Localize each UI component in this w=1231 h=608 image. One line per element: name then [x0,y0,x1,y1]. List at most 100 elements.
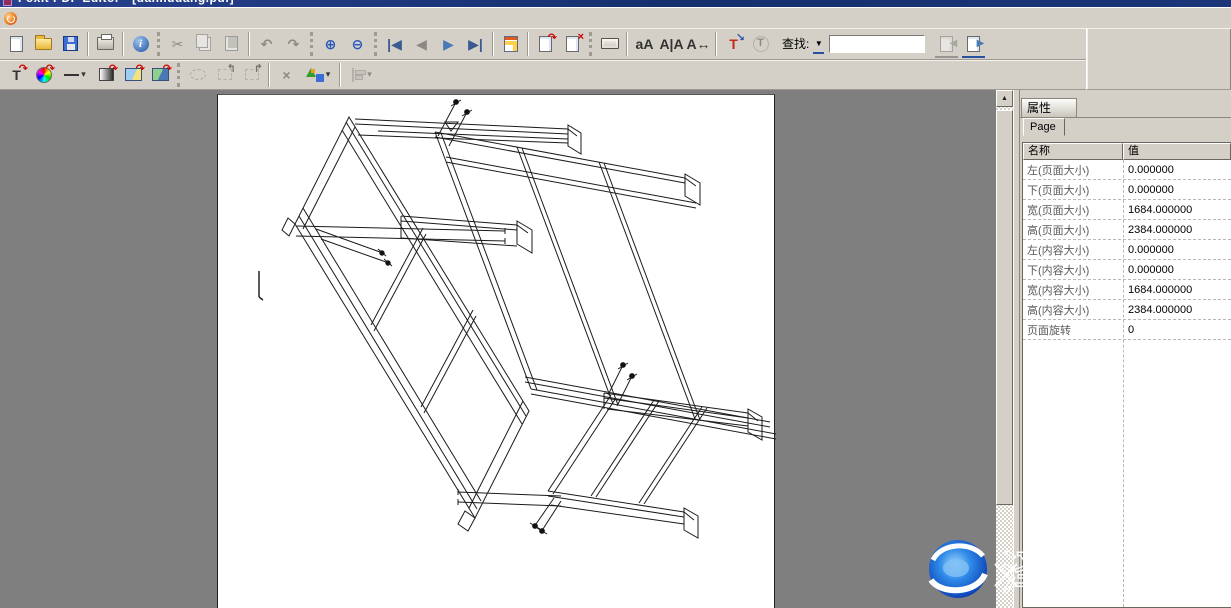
property-name: 宽(内容大小) [1023,282,1123,298]
new-document-button[interactable] [4,31,29,56]
line-style-button[interactable]: ▾ [58,62,92,87]
menu-file[interactable] [23,16,41,20]
toolbar-drag-handle [157,32,161,56]
高(页面大小)[interactable]: 高(页面大小) 2384.000000 [1023,220,1231,240]
property-name: 宽(页面大小) [1023,202,1123,218]
menu-filter[interactable] [113,16,131,20]
next-page-button[interactable]: ▶ [436,31,461,56]
add-image-button[interactable]: ↷ [148,62,173,87]
property-value: 0.000000 [1123,164,1231,176]
open-document-button[interactable] [31,31,56,56]
property-name: 左(页面大小) [1023,162,1123,178]
宽(页面大小)[interactable]: 宽(页面大小) 1684.000000 [1023,200,1231,220]
toolbar-drag-handle [310,32,314,56]
redo-button[interactable]: ↷ [281,31,306,56]
toolbar-separator [122,32,124,56]
menu-document[interactable] [77,16,95,20]
宽(内容大小)[interactable]: 宽(内容大小) 1684.000000 [1023,280,1231,300]
zoom-out-button[interactable]: ⊖ [345,31,370,56]
find-next-button[interactable]: ▶ [961,31,986,56]
property-value: 2384.000000 [1123,304,1231,316]
下(内容大小)[interactable]: 下(内容大小) 0.000000 [1023,260,1231,280]
property-name: 页面旋转 [1023,322,1123,338]
menu-items [23,16,167,20]
undo-button[interactable]: ↶ [254,31,279,56]
menu-bar [0,7,1231,28]
zoom-in-button[interactable]: ⊕ [318,31,343,56]
print-button[interactable] [93,31,118,56]
toolbar-separator [87,32,89,56]
font-size-button[interactable]: aA [632,31,657,56]
页面旋转[interactable]: 页面旋转 0 [1023,320,1231,340]
panel-splitter[interactable] [1013,90,1020,608]
toolbar-drag-handle [374,32,378,56]
document-info-button[interactable]: i [128,31,153,56]
page-layout-button[interactable] [498,31,523,56]
import-page-button[interactable]: ↷ [533,31,558,56]
add-text-button[interactable]: T ↷ [4,62,29,87]
edit-object-button[interactable] [185,62,210,87]
tab-page[interactable]: Page [1023,118,1065,136]
column-header-value[interactable]: 值 [1123,143,1231,160]
chevron-down-icon: ▾ [81,69,86,80]
document-canvas[interactable] [0,90,996,608]
toolbar-drag-handle [177,63,181,87]
find-label: 查找: [782,35,809,52]
app-icon [4,12,17,25]
add-color-button[interactable]: ↷ [31,62,56,87]
keyboard-button[interactable] [597,31,622,56]
property-value: 0.000000 [1123,244,1231,256]
properties-tab-row: Page [1020,117,1231,136]
shapes-button[interactable]: ▾ [301,62,335,87]
window-title: Foxit PDF Editor - [danliudang.pdf] [18,0,234,5]
cut-button[interactable]: ✂ [165,31,190,56]
下(页面大小)[interactable]: 下(页面大小) 0.000000 [1023,180,1231,200]
toolbar-separator [715,32,717,56]
rotate-object-left-button[interactable]: ↰ [212,62,237,87]
edit-image-button[interactable]: ↷ [121,62,146,87]
toolbar-separator [626,32,628,56]
properties-grid: 名称 值 左(页面大小) 0.000000 下(页面大小) 0.000000 宽… [1022,142,1231,608]
toolbar-separator [527,32,529,56]
property-value: 1684.000000 [1123,284,1231,296]
vertical-scrollbar[interactable]: ▲ [996,90,1013,608]
font-width-button[interactable]: A↔ [686,31,711,56]
find-previous-button[interactable]: ◀ [934,31,959,56]
last-page-button[interactable]: ▶| [463,31,488,56]
text-properties-button[interactable]: T [748,31,773,56]
column-header-name[interactable]: 名称 [1023,143,1123,160]
find-input[interactable] [829,35,925,53]
copy-button[interactable] [192,31,217,56]
左(内容大小)[interactable]: 左(内容大小) 0.000000 [1023,240,1231,260]
menu-window[interactable] [131,16,149,20]
rotate-object-right-button[interactable]: ↱ [239,62,264,87]
font-fit-button[interactable]: A|A [659,31,684,56]
delete-page-button[interactable]: × [560,31,585,56]
find-dropdown-button[interactable]: ▼ [812,35,825,52]
properties-grid-body: 左(页面大小) 0.000000 下(页面大小) 0.000000 宽(页面大小… [1023,160,1231,607]
scrollbar-thumb[interactable] [996,110,1013,505]
toolbar-filler [1086,28,1231,90]
高(内容大小)[interactable]: 高(内容大小) 2384.000000 [1023,300,1231,320]
menu-edit[interactable] [41,16,59,20]
insert-text-button[interactable]: T ↘ [721,31,746,56]
scroll-up-button[interactable]: ▲ [996,90,1013,107]
app-window-icon [3,0,12,6]
prev-page-button[interactable]: ◀ [409,31,434,56]
menu-object[interactable] [59,16,77,20]
delete-object-button[interactable]: × [274,62,299,87]
menu-help[interactable] [149,16,167,20]
property-value: 0.000000 [1123,264,1231,276]
first-page-button[interactable]: |◀ [382,31,407,56]
toolbar-object: T ↷ ↷ ▾ ↷ ↷ [0,60,1086,90]
左(页面大小)[interactable]: 左(页面大小) 0.000000 [1023,160,1231,180]
add-shading-button[interactable]: ↷ [94,62,119,87]
save-document-button[interactable] [58,31,83,56]
property-value: 0.000000 [1123,184,1231,196]
pdf-page[interactable] [217,94,775,608]
align-button[interactable]: ▾ [345,62,379,87]
menu-view[interactable] [95,16,113,20]
text-cursor-mark [259,271,263,300]
properties-grid-header: 名称 值 [1023,143,1231,160]
paste-button[interactable] [219,31,244,56]
